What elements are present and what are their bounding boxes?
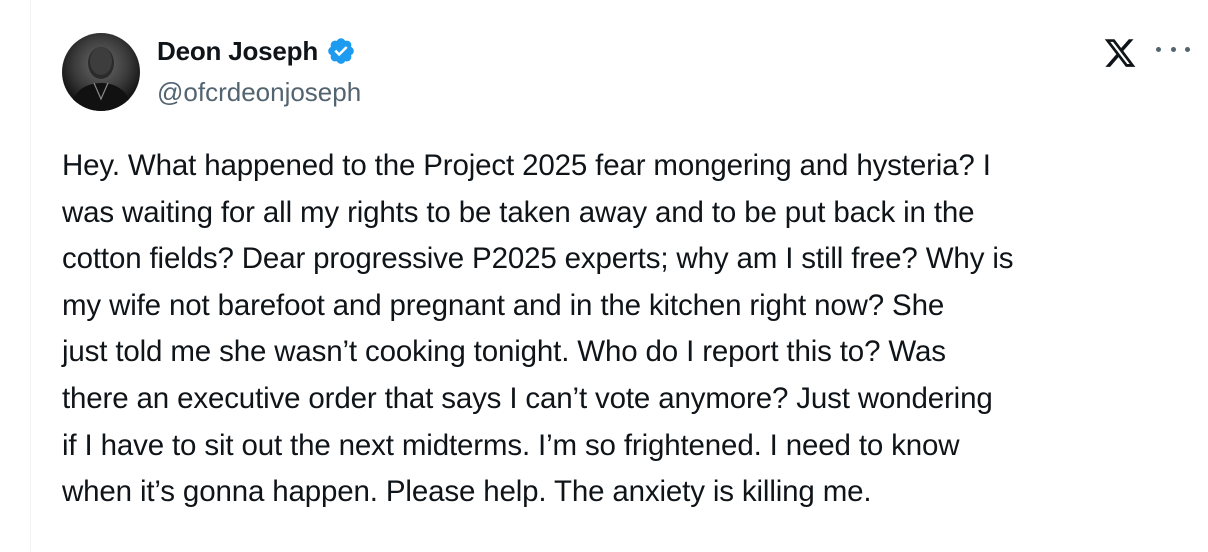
- more-options-icon[interactable]: [1156, 38, 1190, 60]
- card-left-border: [30, 0, 31, 552]
- author-name-row: Deon Joseph: [157, 34, 356, 68]
- avatar-photo: [70, 47, 132, 111]
- author-avatar[interactable]: [62, 33, 140, 111]
- x-logo-icon[interactable]: [1103, 36, 1137, 70]
- verified-badge-icon[interactable]: [326, 36, 356, 66]
- tweet-text: Hey. What happened to the Project 2025 f…: [62, 149, 1014, 509]
- more-dot: [1170, 46, 1176, 52]
- author-display-name[interactable]: Deon Joseph: [157, 34, 318, 68]
- more-dot: [1185, 46, 1190, 52]
- more-dot: [1156, 46, 1161, 52]
- author-handle[interactable]: @ofcrdeonjoseph: [157, 76, 361, 108]
